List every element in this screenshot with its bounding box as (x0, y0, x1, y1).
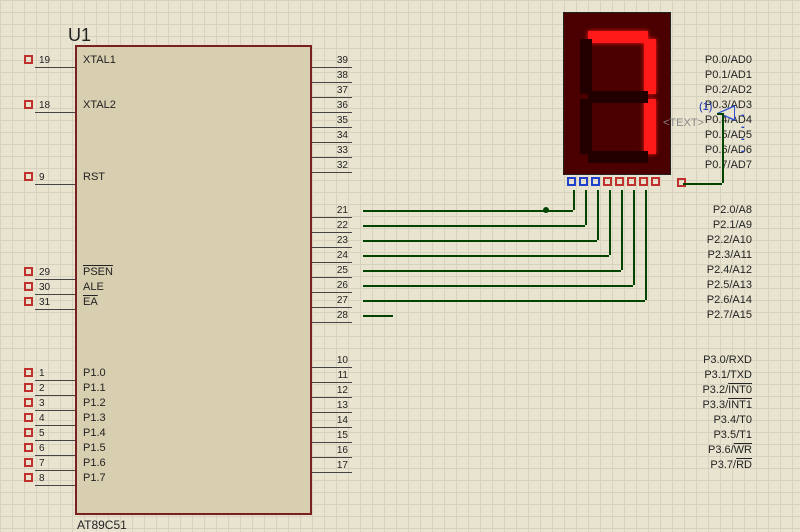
wire (645, 190, 647, 300)
wire (363, 225, 585, 227)
seg-pin-0[interactable] (567, 177, 576, 186)
wire (585, 190, 587, 225)
segment-a (588, 31, 648, 43)
pin-9[interactable]: 9RST (35, 177, 75, 192)
pin-31[interactable]: 31EA (35, 302, 75, 317)
pin-19[interactable]: 19XTAL1 (35, 60, 75, 75)
seg-pin-5[interactable] (627, 177, 636, 186)
seg-pin-2[interactable] (591, 177, 600, 186)
pin-28[interactable]: P2.7/A1528 (312, 315, 800, 330)
chip-u1[interactable] (75, 45, 312, 515)
wire (609, 190, 611, 255)
seg-pin-6[interactable] (639, 177, 648, 186)
pin-8[interactable]: 8P1.7 (35, 478, 75, 493)
wire (573, 190, 575, 210)
wire (597, 190, 599, 240)
wire (717, 113, 722, 115)
seg-pin-1[interactable] (579, 177, 588, 186)
probe-signal-icon: - - - - (741, 109, 747, 157)
segment-c (644, 99, 656, 154)
wire (683, 183, 722, 185)
wire (363, 300, 645, 302)
segment-d (588, 151, 648, 163)
seg-pin-3[interactable] (603, 177, 612, 186)
pin-17[interactable]: P3.7/RD17 (312, 465, 800, 480)
wire (363, 240, 597, 242)
probe-text-placeholder: <TEXT> (663, 117, 704, 129)
segment-g (588, 91, 648, 103)
wire (363, 270, 621, 272)
segment-f (580, 39, 592, 94)
junction-dot (543, 207, 549, 213)
wire (363, 285, 633, 287)
seven-segment-pins (567, 177, 660, 186)
wire (722, 113, 724, 183)
segment-e (580, 99, 592, 154)
wire (621, 190, 623, 270)
seven-segment-display[interactable] (563, 12, 671, 175)
pin-18[interactable]: 18XTAL2 (35, 105, 75, 120)
wire (633, 190, 635, 285)
wire (363, 255, 609, 257)
wire (363, 315, 393, 317)
segment-b (644, 39, 656, 94)
wire (363, 210, 573, 212)
component-ref: U1 (68, 25, 91, 46)
component-part: AT89C51 (77, 518, 127, 532)
probe-number: (1) (699, 101, 712, 113)
pin-32[interactable]: P0.7/AD732 (312, 165, 800, 180)
seg-pin-4[interactable] (615, 177, 624, 186)
seg-pin-7[interactable] (651, 177, 660, 186)
